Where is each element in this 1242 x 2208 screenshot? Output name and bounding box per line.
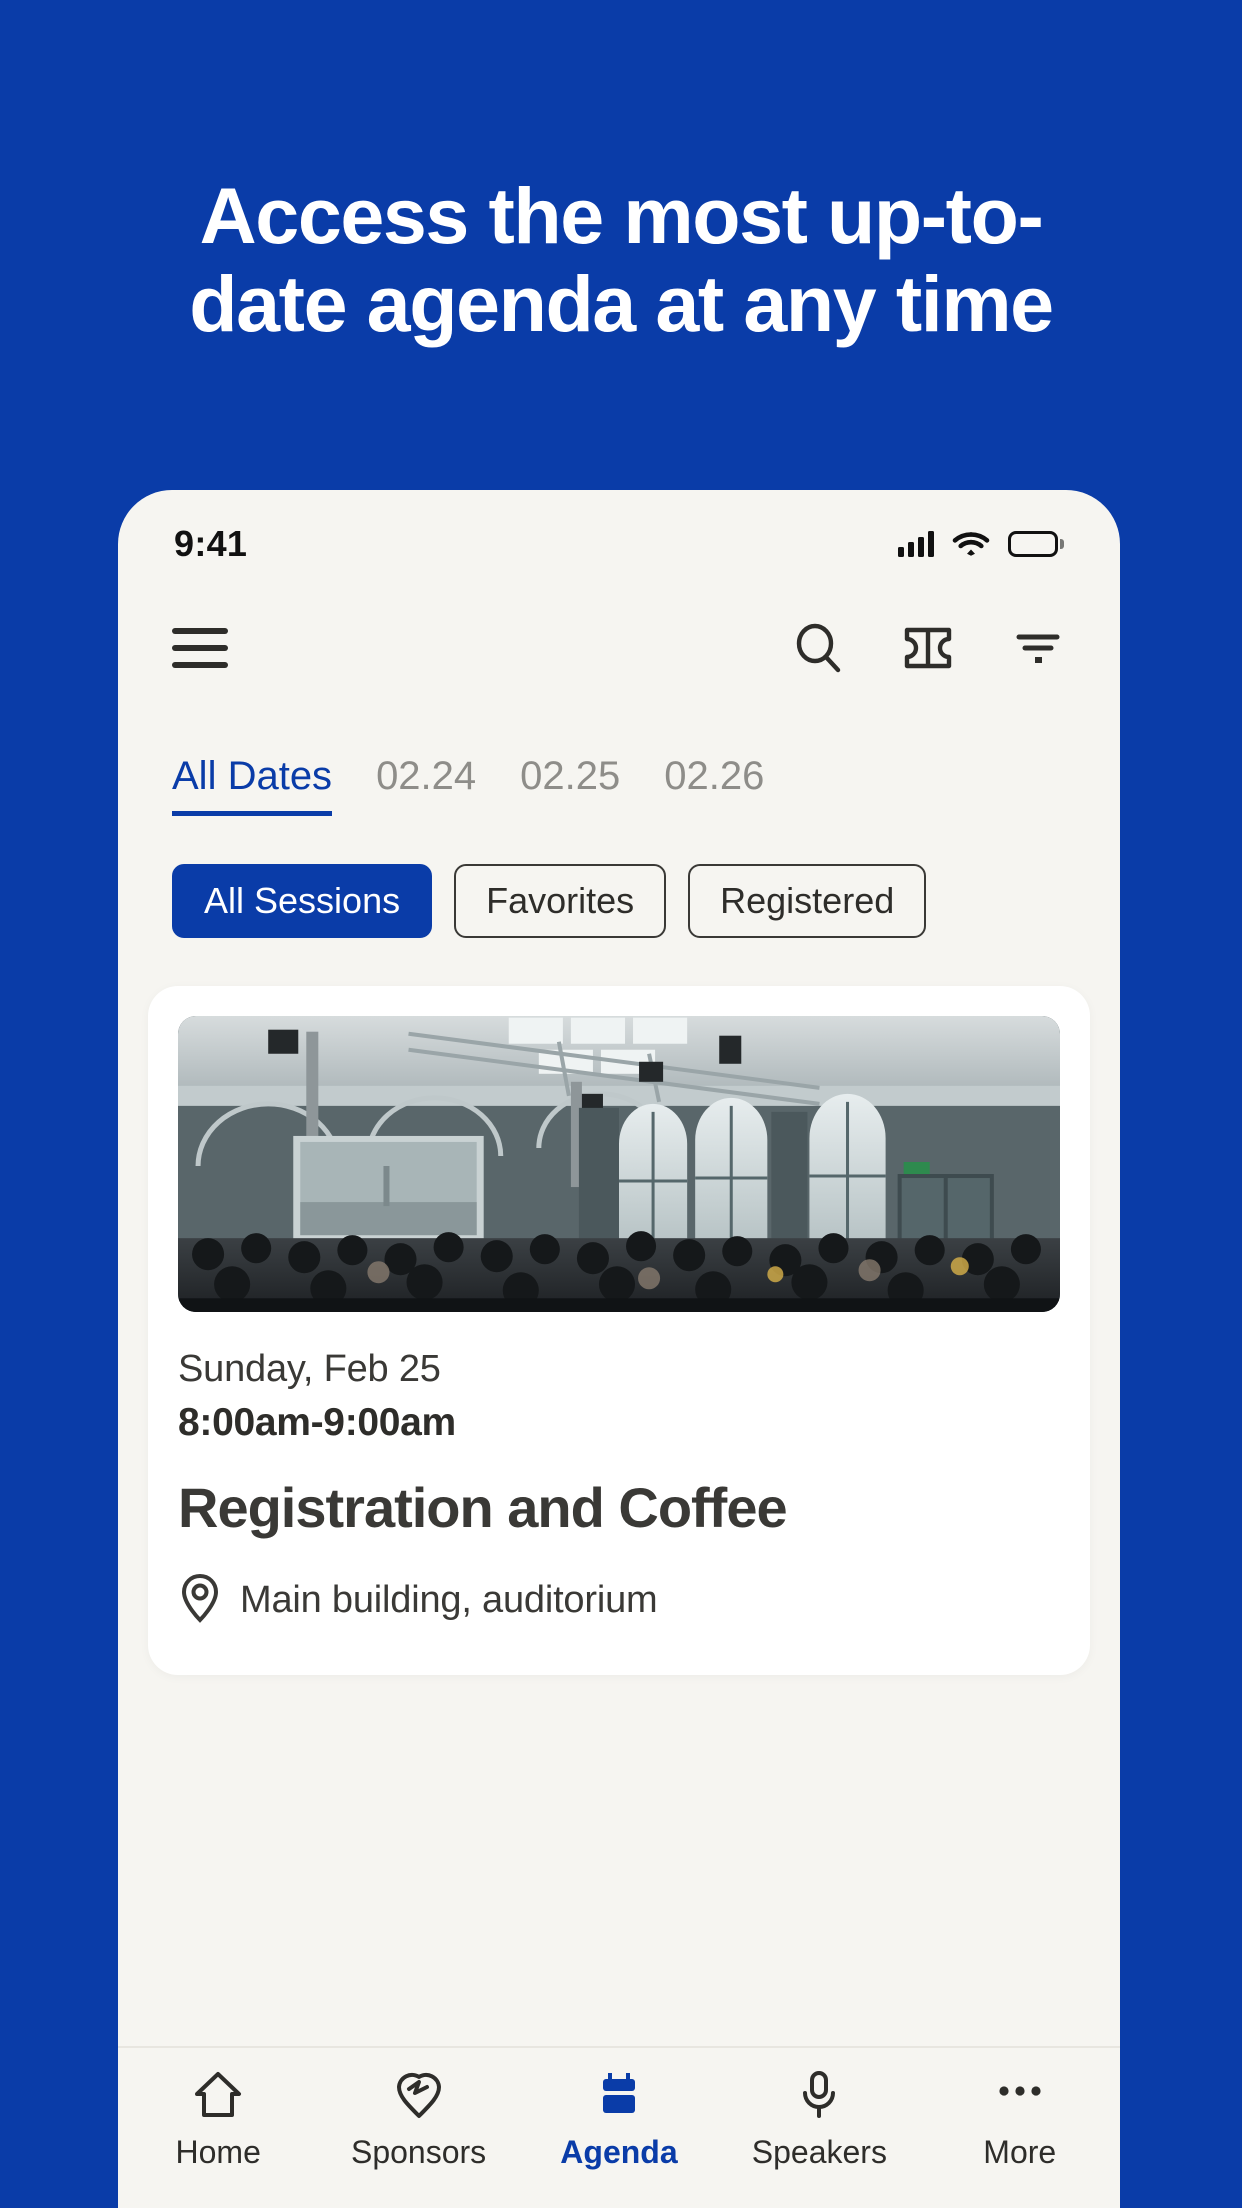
location-pin-icon <box>178 1572 222 1629</box>
date-tab-0224[interactable]: 02.24 <box>376 754 476 816</box>
nav-item-more[interactable]: More <box>920 2068 1120 2171</box>
session-title: Registration and Coffee <box>178 1476 788 1539</box>
nav-item-agenda[interactable]: Agenda <box>519 2068 719 2171</box>
calendar-icon <box>594 2068 644 2120</box>
nav-label-speakers: Speakers <box>751 2134 887 2170</box>
hamburger-menu-icon[interactable] <box>172 628 228 668</box>
wifi-icon <box>952 528 990 561</box>
nav-label-more: More <box>983 2134 1057 2170</box>
session-card[interactable]: Sunday, Feb 25 8:00am-9:00am Registratio… <box>148 986 1090 1675</box>
nav-label-sponsors: Sponsors <box>350 2134 487 2170</box>
session-location: Main building, auditorium <box>178 1572 1060 1629</box>
microphone-icon <box>794 2068 844 2120</box>
session-image <box>178 1016 1060 1312</box>
nav-item-speakers[interactable]: Speakers <box>719 2068 919 2171</box>
toolbar-actions <box>790 620 1066 676</box>
nav-label-agenda: Agenda <box>560 2134 678 2170</box>
promo-headline-line-2: date agenda at any time <box>189 259 1054 349</box>
filter-chips: All Sessions Favorites Registered <box>118 816 1120 938</box>
session-time: 8:00am-9:00am <box>178 1401 456 1444</box>
app-toolbar <box>118 580 1120 716</box>
session-list: Sunday, Feb 25 8:00am-9:00am Registratio… <box>118 938 1120 2046</box>
chip-favorites[interactable]: Favorites <box>454 864 667 938</box>
home-icon <box>193 2068 243 2120</box>
nav-item-sponsors[interactable]: Sponsors <box>319 2068 519 2171</box>
ticket-icon[interactable] <box>900 620 956 676</box>
date-tab-0226[interactable]: 02.26 <box>664 754 764 816</box>
search-icon[interactable] <box>790 620 846 676</box>
heart-pin-icon <box>394 2068 444 2120</box>
phone-mockup: 9:41 All Dates 02.24 02.25 02.26 All Ses… <box>118 490 1120 2208</box>
session-location-text: Main building, auditorium <box>240 1579 658 1621</box>
date-tab-all-dates[interactable]: All Dates <box>172 754 333 816</box>
bottom-navigation: Home Sponsors Agenda Speakers More <box>118 2046 1120 2208</box>
filter-icon[interactable] <box>1010 620 1066 676</box>
chip-all-sessions[interactable]: All Sessions <box>172 864 433 938</box>
promo-headline-line-1: Access the most up-to- <box>199 171 1044 260</box>
status-bar-icons <box>898 528 1064 561</box>
cellular-signal-icon <box>898 531 934 557</box>
date-tab-0225[interactable]: 02.25 <box>520 754 620 816</box>
battery-icon <box>1008 531 1064 557</box>
ellipsis-icon <box>995 2068 1045 2120</box>
chip-registered[interactable]: Registered <box>688 864 927 938</box>
promo-headline: Access the most up-to- date agenda at an… <box>0 171 1242 349</box>
nav-item-home[interactable]: Home <box>118 2068 318 2171</box>
status-bar-time: 9:41 <box>174 523 248 564</box>
nav-label-home: Home <box>175 2134 261 2170</box>
date-tabs: All Dates 02.24 02.25 02.26 <box>118 716 1120 816</box>
session-date: Sunday, Feb 25 <box>178 1348 441 1390</box>
status-bar: 9:41 <box>118 490 1120 580</box>
